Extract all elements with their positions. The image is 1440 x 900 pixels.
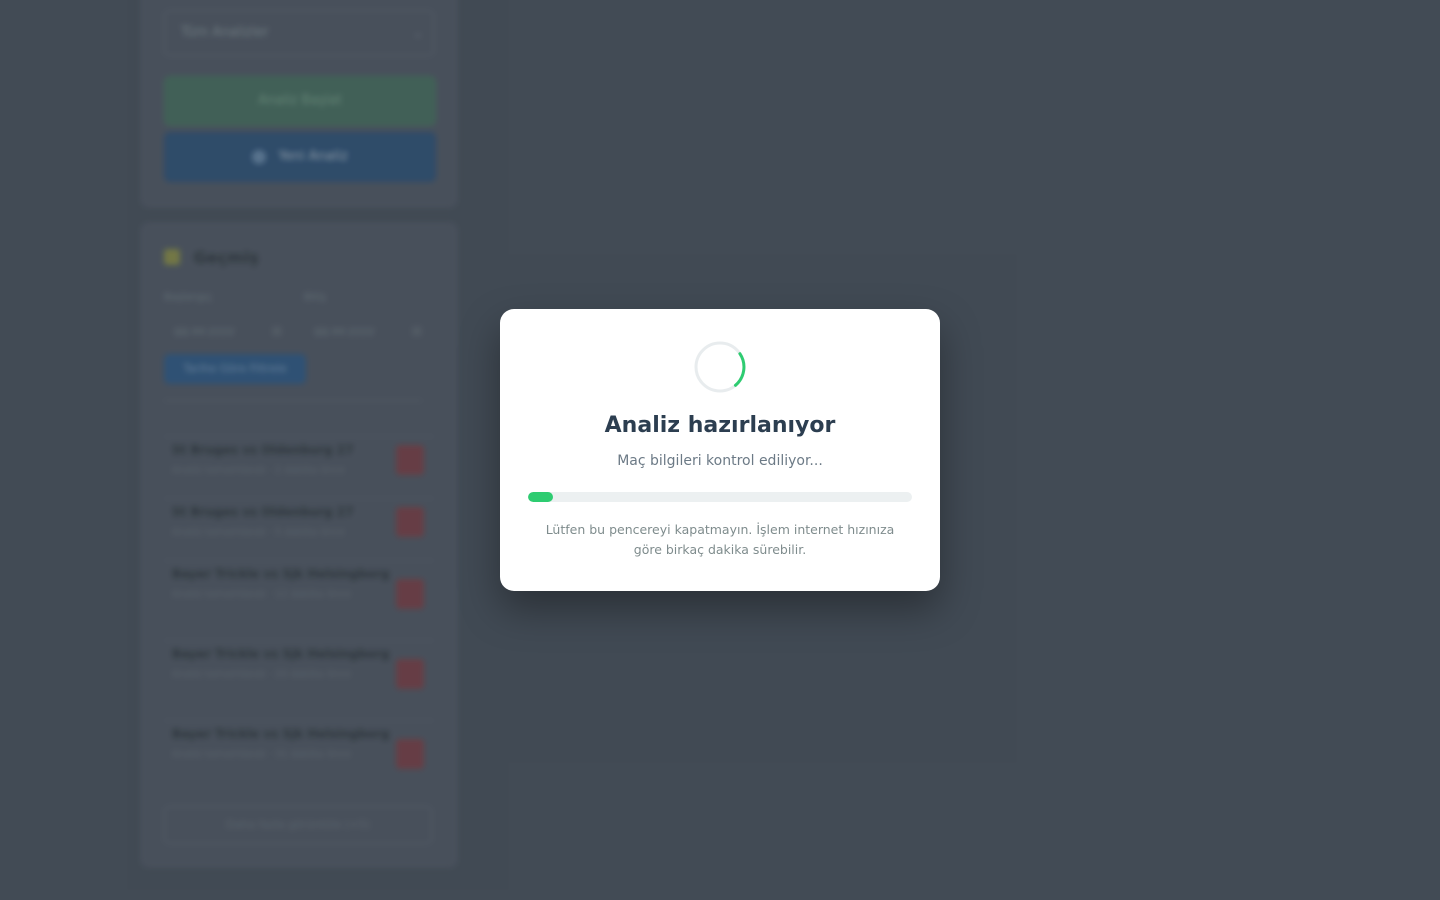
modal-status-text: Maç bilgileri kontrol ediliyor... xyxy=(617,453,823,469)
modal-note: Lütfen bu pencereyi kapatmayın. İşlem in… xyxy=(545,522,895,557)
loading-spinner-icon xyxy=(694,341,746,393)
progress-bar xyxy=(528,492,912,502)
progress-bar-fill xyxy=(528,492,553,502)
screen: Tüm Analizler ⌄ Analiz Başlat Yeni Anali… xyxy=(0,0,1440,900)
modal-title: Analiz hazırlanıyor xyxy=(604,413,836,438)
loading-modal: Analiz hazırlanıyor Maç bilgileri kontro… xyxy=(500,309,940,591)
